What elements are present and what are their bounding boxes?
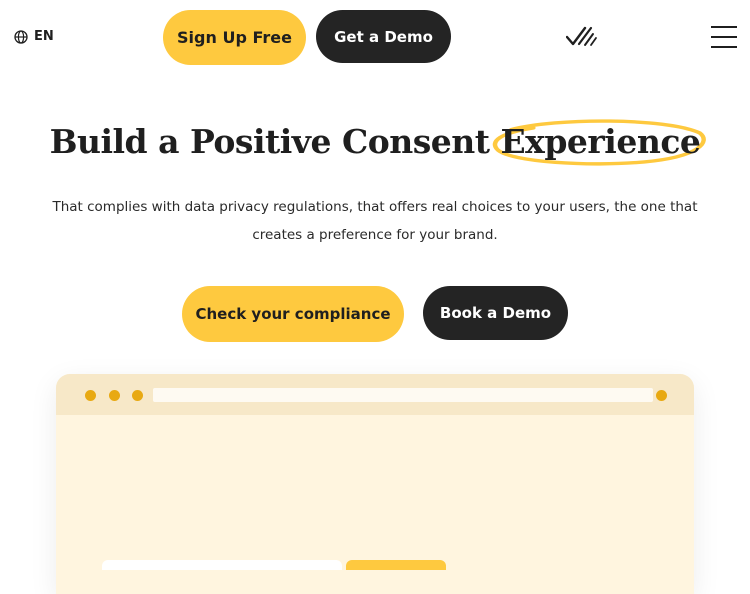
hero-title-text: Build a Positive Consent (49, 122, 501, 161)
browser-address-bar (153, 388, 653, 402)
window-dot-icon (132, 390, 143, 401)
language-label: EN (34, 29, 54, 44)
check-compliance-button[interactable]: Check your compliance (182, 286, 404, 342)
site-header: EN Sign Up Free Get a Demo (0, 0, 750, 75)
hamburger-menu-icon[interactable] (711, 25, 737, 49)
browser-mockup (56, 374, 694, 594)
hero-subtitle: That complies with data privacy regulati… (52, 199, 698, 243)
hero-title: Build a Positive Consent Experience (0, 119, 750, 166)
book-a-demo-button[interactable]: Book a Demo (423, 286, 568, 340)
language-selector[interactable]: EN (14, 29, 54, 44)
globe-icon (14, 29, 28, 44)
mockup-banner-panel (102, 560, 342, 570)
window-dot-icon (85, 390, 96, 401)
hero-title-highlight: Experience (492, 119, 706, 166)
get-a-demo-button[interactable]: Get a Demo (316, 10, 451, 63)
sign-up-free-button[interactable]: Sign Up Free (163, 10, 306, 65)
mockup-banner-button (346, 560, 446, 570)
brand-check-logo-icon[interactable] (565, 25, 598, 47)
browser-toolbar (56, 374, 694, 415)
window-dot-icon (656, 390, 667, 401)
window-dot-icon (109, 390, 120, 401)
hero-title-highlight-text: Experience (500, 122, 701, 161)
